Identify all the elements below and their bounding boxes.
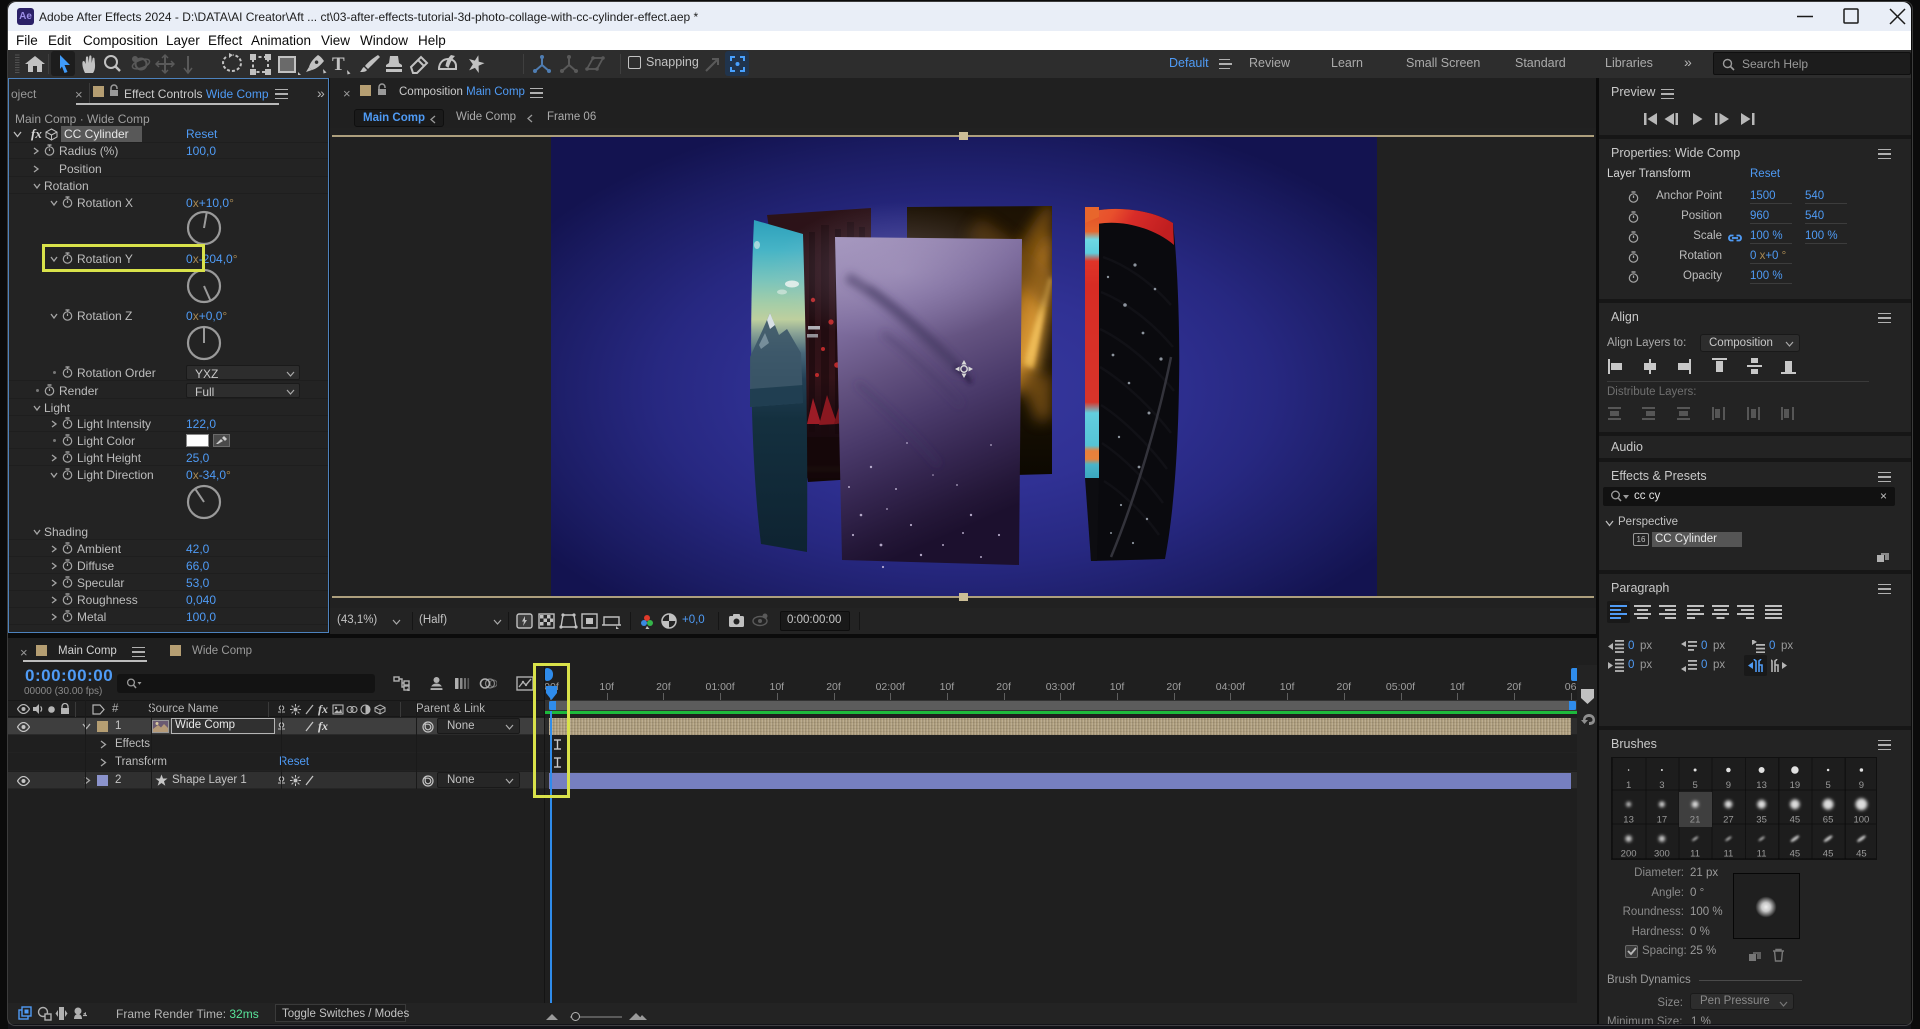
svg-text:9: 9 <box>1726 780 1731 791</box>
svg-text:5: 5 <box>1692 780 1697 791</box>
svg-text:35: 35 <box>1756 814 1767 825</box>
svg-text:11: 11 <box>1757 849 1767 860</box>
svg-text:11: 11 <box>1690 849 1700 860</box>
svg-text:100: 100 <box>1853 814 1869 825</box>
svg-text:13: 13 <box>1623 814 1634 825</box>
svg-text:3: 3 <box>1659 780 1664 791</box>
svg-text:19: 19 <box>1790 780 1801 791</box>
svg-text:21: 21 <box>1690 814 1701 825</box>
svg-text:45: 45 <box>1790 849 1801 860</box>
svg-text:9: 9 <box>1859 780 1864 791</box>
svg-text:T: T <box>332 54 345 75</box>
svg-text:17: 17 <box>1657 814 1668 825</box>
svg-text:65: 65 <box>1823 814 1834 825</box>
svg-text:5: 5 <box>1825 780 1830 791</box>
svg-text:1: 1 <box>1626 780 1631 791</box>
svg-text:45: 45 <box>1790 814 1801 825</box>
svg-text:300: 300 <box>1654 849 1670 860</box>
svg-text:27: 27 <box>1723 814 1734 825</box>
svg-text:45: 45 <box>1823 849 1834 860</box>
svg-text:13: 13 <box>1756 780 1767 791</box>
svg-text:200: 200 <box>1621 849 1637 860</box>
svg-text:11: 11 <box>1723 849 1733 860</box>
svg-text:45: 45 <box>1856 849 1867 860</box>
